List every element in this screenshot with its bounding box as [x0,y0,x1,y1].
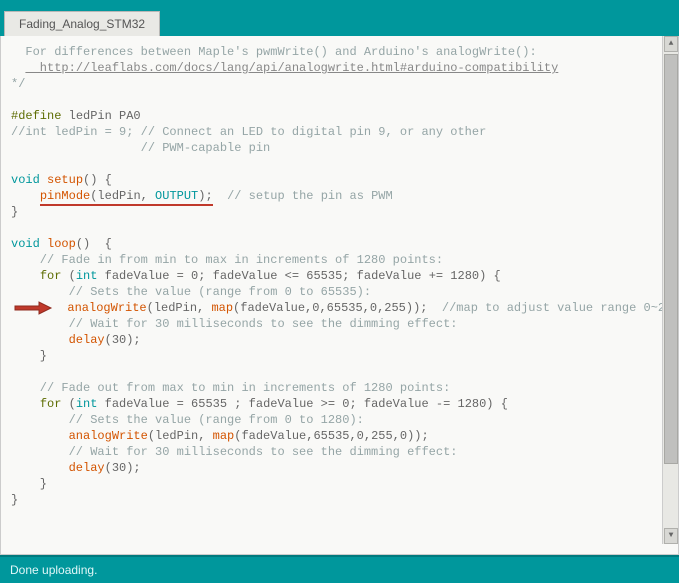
code-editor[interactable]: For differences between Maple's pwmWrite… [0,36,679,555]
code-comment-link: http://leaflabs.com/docs/lang/api/analog… [11,60,668,76]
loop-decl: void loop() { [11,236,668,252]
doc-link[interactable]: http://leaflabs.com/docs/lang/api/analog… [25,61,558,75]
code-comment: // Fade in from min to max in increments… [11,252,668,268]
analogwrite-line: analogWrite(ledPin, map(fadeValue,65535,… [11,428,668,444]
blank-line [11,92,668,108]
delay-line: delay(30); [11,460,668,476]
code-comment: // Sets the value (range from 0 to 1280)… [11,412,668,428]
code-comment: // Fade out from max to min in increment… [11,380,668,396]
brace-close: } [11,492,668,508]
brace-close: } [11,348,668,364]
pinmode-line: pinMode(ledPin, OUTPUT); // setup the pi… [11,188,668,204]
scroll-up-button[interactable]: ▲ [664,36,678,52]
brace-close: } [11,476,668,492]
scroll-thumb[interactable] [664,54,678,464]
code-comment: // Wait for 30 milliseconds to see the d… [11,444,668,460]
delay-line: delay(30); [11,332,668,348]
blank-line [11,220,668,236]
analogwrite-line-highlighted: analogWrite(ledPin, map(fadeValue,0,6553… [11,300,668,316]
header-bar [0,0,679,8]
code-comment: // Wait for 30 milliseconds to see the d… [11,316,668,332]
status-message: Done uploading. [10,563,97,577]
brace-close: } [11,204,668,220]
scroll-down-button[interactable]: ▼ [664,528,678,544]
code-comment: // Sets the value (range from 0 to 65535… [11,284,668,300]
tab-row: Fading_Analog_STM32 [0,8,679,36]
code-comment: */ [11,76,668,92]
code-comment: For differences between Maple's pwmWrite… [11,44,668,60]
code-comment: // PWM-capable pin [11,140,668,156]
tab-fading-analog[interactable]: Fading_Analog_STM32 [4,11,160,36]
status-bar: Done uploading. [0,555,679,583]
code-comment: //int ledPin = 9; // Connect an LED to d… [11,124,668,140]
red-arrow-icon [11,301,53,315]
blank-line [11,364,668,380]
blank-line [11,156,668,172]
setup-decl: void setup() { [11,172,668,188]
for-line: for (int fadeValue = 0; fadeValue <= 655… [11,268,668,284]
tab-label: Fading_Analog_STM32 [19,17,145,31]
for-line: for (int fadeValue = 65535 ; fadeValue >… [11,396,668,412]
define-line: #define ledPin PA0 [11,108,668,124]
vertical-scrollbar[interactable]: ▲ ▼ [662,36,678,544]
